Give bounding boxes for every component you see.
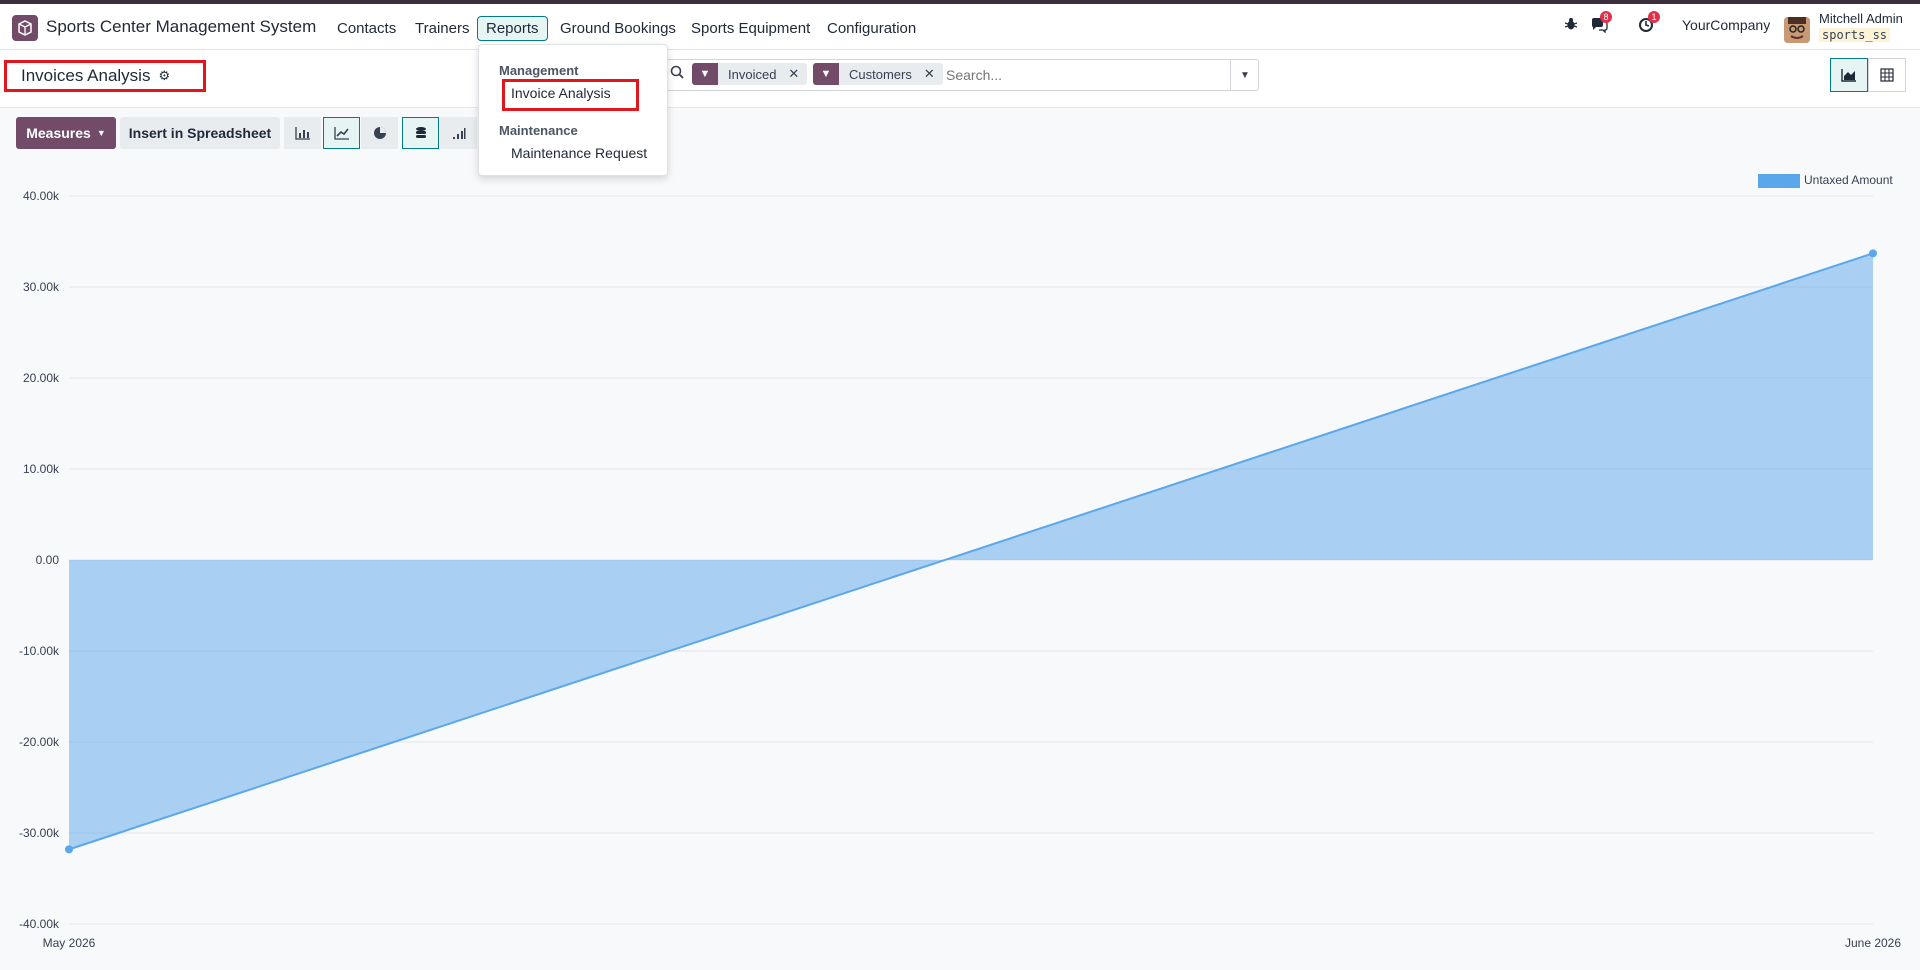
area-chart-view-icon[interactable]	[1830, 58, 1868, 92]
measures-button[interactable]: Measures ▼	[16, 117, 116, 149]
app-home-icon[interactable]	[12, 15, 38, 41]
menu-item-maintenance-request[interactable]: Maintenance Request	[511, 145, 647, 161]
menu-item-invoice-analysis[interactable]: Invoice Analysis	[511, 85, 611, 101]
x-tick-label: May 2026	[43, 936, 96, 950]
caret-down-icon: ▼	[96, 128, 106, 138]
y-tick-label: -10.00k	[19, 644, 60, 658]
breadcrumb: Invoices Analysis ⚙	[4, 60, 206, 92]
user-name[interactable]: Mitchell Admin	[1819, 11, 1903, 26]
y-tick-label: 20.00k	[23, 371, 60, 385]
pivot-table-view-icon[interactable]	[1868, 58, 1906, 92]
y-tick-label: 40.00k	[23, 189, 60, 203]
y-tick-label: 0.00	[36, 553, 60, 567]
data-point	[65, 845, 73, 854]
y-tick-label: 30.00k	[23, 280, 60, 294]
menu-sports-equipment[interactable]: Sports Equipment	[682, 16, 819, 41]
messages-icon[interactable]: 8	[1590, 11, 1612, 36]
page-title: Invoices Analysis	[21, 66, 151, 85]
filter-icon: ▼	[692, 63, 718, 85]
data-point	[1869, 249, 1877, 258]
filter-icon: ▼	[813, 63, 839, 85]
bar-chart-icon[interactable]	[284, 117, 321, 149]
y-tick-label: -20.00k	[19, 735, 60, 749]
company-switcher[interactable]: YourCompany	[1682, 17, 1770, 33]
user-avatar[interactable]	[1784, 17, 1810, 43]
menu-reports[interactable]: Reports	[477, 16, 548, 41]
dropdown-header-maintenance: Maintenance	[499, 123, 578, 138]
search-icon	[670, 65, 684, 82]
search-input[interactable]	[946, 64, 1226, 86]
measures-label: Measures	[26, 125, 91, 141]
chevron-down-icon[interactable]: ▼	[1230, 59, 1259, 91]
reports-dropdown-menu: Management Invoice Analysis Maintenance …	[478, 44, 668, 176]
facet-label: Invoiced	[718, 63, 787, 85]
menu-trainers[interactable]: Trainers	[406, 16, 478, 41]
area-chart: 40.00k 30.00k 20.00k 10.00k 0.00 -10.00k -20.0…	[19, 189, 1901, 950]
cumulative-icon[interactable]	[440, 117, 477, 149]
menu-contacts[interactable]: Contacts	[328, 16, 405, 41]
y-tick-label: -40.00k	[19, 917, 60, 931]
main-navbar: Sports Center Management System Contacts…	[0, 4, 1920, 50]
facet-label: Customers	[839, 63, 922, 85]
menu-ground-bookings[interactable]: Ground Bookings	[551, 16, 685, 41]
line-chart-icon[interactable]	[323, 117, 360, 149]
activities-count-badge: 1	[1648, 11, 1660, 23]
insert-in-spreadsheet-button[interactable]: Insert in Spreadsheet	[120, 117, 280, 149]
close-icon[interactable]: ✕	[786, 63, 808, 85]
facet-invoiced: ▼ Invoiced ✕	[692, 63, 808, 85]
facet-customers: ▼ Customers ✕	[813, 63, 943, 85]
y-tick-label: -30.00k	[19, 826, 60, 840]
stacked-icon[interactable]	[402, 117, 439, 149]
y-tick-label: 10.00k	[23, 462, 60, 476]
gear-icon[interactable]: ⚙	[158, 68, 170, 84]
user-database: sports_ss	[1819, 28, 1891, 42]
x-tick-label: June 2026	[1845, 936, 1901, 950]
menu-configuration[interactable]: Configuration	[818, 16, 925, 41]
dropdown-header-management: Management	[499, 63, 579, 78]
debug-bug-icon[interactable]	[1564, 17, 1578, 34]
app-name[interactable]: Sports Center Management System	[46, 17, 316, 37]
close-icon[interactable]: ✕	[921, 63, 943, 85]
pie-chart-icon[interactable]	[361, 117, 398, 149]
messages-count-badge: 8	[1600, 11, 1612, 23]
activities-clock-icon[interactable]: 1	[1638, 11, 1660, 36]
